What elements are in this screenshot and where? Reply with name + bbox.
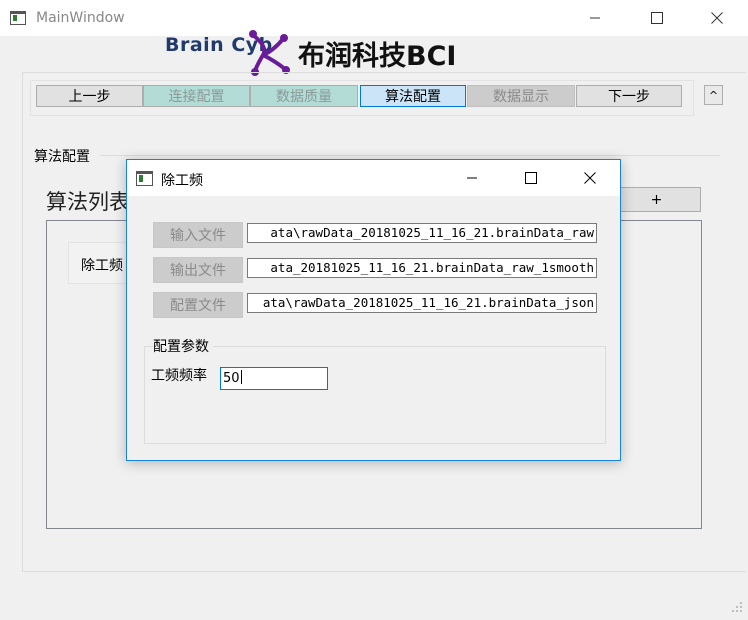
logo-title: 布润科技BCI bbox=[298, 41, 457, 72]
config-file-field[interactable]: ata\rawData_20181025_11_16_21.brainData_… bbox=[247, 293, 597, 313]
step-algo-config[interactable]: 算法配置 bbox=[360, 85, 466, 107]
powerline-freq-label: 工频频率 bbox=[151, 368, 207, 384]
minimize-icon bbox=[590, 17, 600, 19]
app-icon bbox=[10, 11, 26, 25]
step-data-display[interactable]: 数据显示 bbox=[467, 85, 575, 107]
close-icon bbox=[584, 172, 596, 184]
maximize-icon bbox=[525, 172, 537, 184]
minimize-button[interactable] bbox=[572, 0, 618, 36]
params-group-label: 配置参数 bbox=[153, 336, 213, 356]
powerline-freq-input[interactable]: 50 bbox=[220, 367, 328, 390]
window-title: MainWindow bbox=[36, 10, 125, 26]
algo-list-heading: 算法列表 bbox=[46, 190, 130, 214]
input-file-field[interactable]: ata\rawData_20181025_11_16_21.brainData_… bbox=[247, 223, 597, 243]
algo-section-label: 算法配置 bbox=[34, 149, 90, 165]
params-groupbox bbox=[144, 346, 606, 444]
input-file-path: ata\rawData_20181025_11_16_21.brainData_… bbox=[270, 225, 594, 240]
prev-step-button[interactable]: 上一步 bbox=[36, 85, 143, 107]
dialog-titlebar: 除工频 bbox=[127, 160, 620, 196]
next-step-button[interactable]: 下一步 bbox=[576, 85, 682, 107]
list-item-label: 除工频 bbox=[81, 258, 123, 274]
section-divider bbox=[100, 155, 720, 156]
collapse-button[interactable]: ^ bbox=[704, 85, 723, 105]
powerline-freq-value: 50 bbox=[223, 371, 240, 386]
text-caret bbox=[240, 370, 242, 384]
dialog-title: 除工频 bbox=[161, 173, 203, 189]
close-button[interactable] bbox=[694, 0, 740, 36]
output-file-field[interactable]: ata_20181025_11_16_21.brainData_raw_1smo… bbox=[247, 258, 597, 278]
main-titlebar: MainWindow bbox=[0, 0, 748, 36]
logo-molecule-icon bbox=[249, 30, 290, 76]
resize-grip-icon[interactable] bbox=[730, 600, 744, 614]
dialog-maximize-button[interactable] bbox=[508, 160, 554, 196]
maximize-icon bbox=[651, 12, 663, 24]
output-file-path: ata_20181025_11_16_21.brainData_raw_1smo… bbox=[270, 260, 594, 275]
maximize-button[interactable] bbox=[634, 0, 680, 36]
dialog-minimize-button[interactable] bbox=[449, 160, 495, 196]
close-icon bbox=[711, 12, 723, 24]
add-algo-button[interactable]: + bbox=[612, 187, 701, 212]
dialog-app-icon bbox=[136, 171, 153, 186]
step-data-quality[interactable]: 数据质量 bbox=[250, 85, 358, 107]
dialog-close-button[interactable] bbox=[567, 160, 613, 196]
step-connect-config[interactable]: 连接配置 bbox=[143, 85, 250, 107]
output-file-button[interactable]: 输出文件 bbox=[153, 257, 243, 283]
minimize-icon bbox=[467, 177, 477, 179]
input-file-button[interactable]: 输入文件 bbox=[153, 222, 243, 248]
config-file-path: ata\rawData_20181025_11_16_21.brainData_… bbox=[262, 295, 594, 310]
powerline-filter-dialog: 除工频 输入文件 ata\rawData_20181025_11_16_21.b… bbox=[126, 159, 621, 461]
config-file-button[interactable]: 配置文件 bbox=[153, 292, 243, 318]
